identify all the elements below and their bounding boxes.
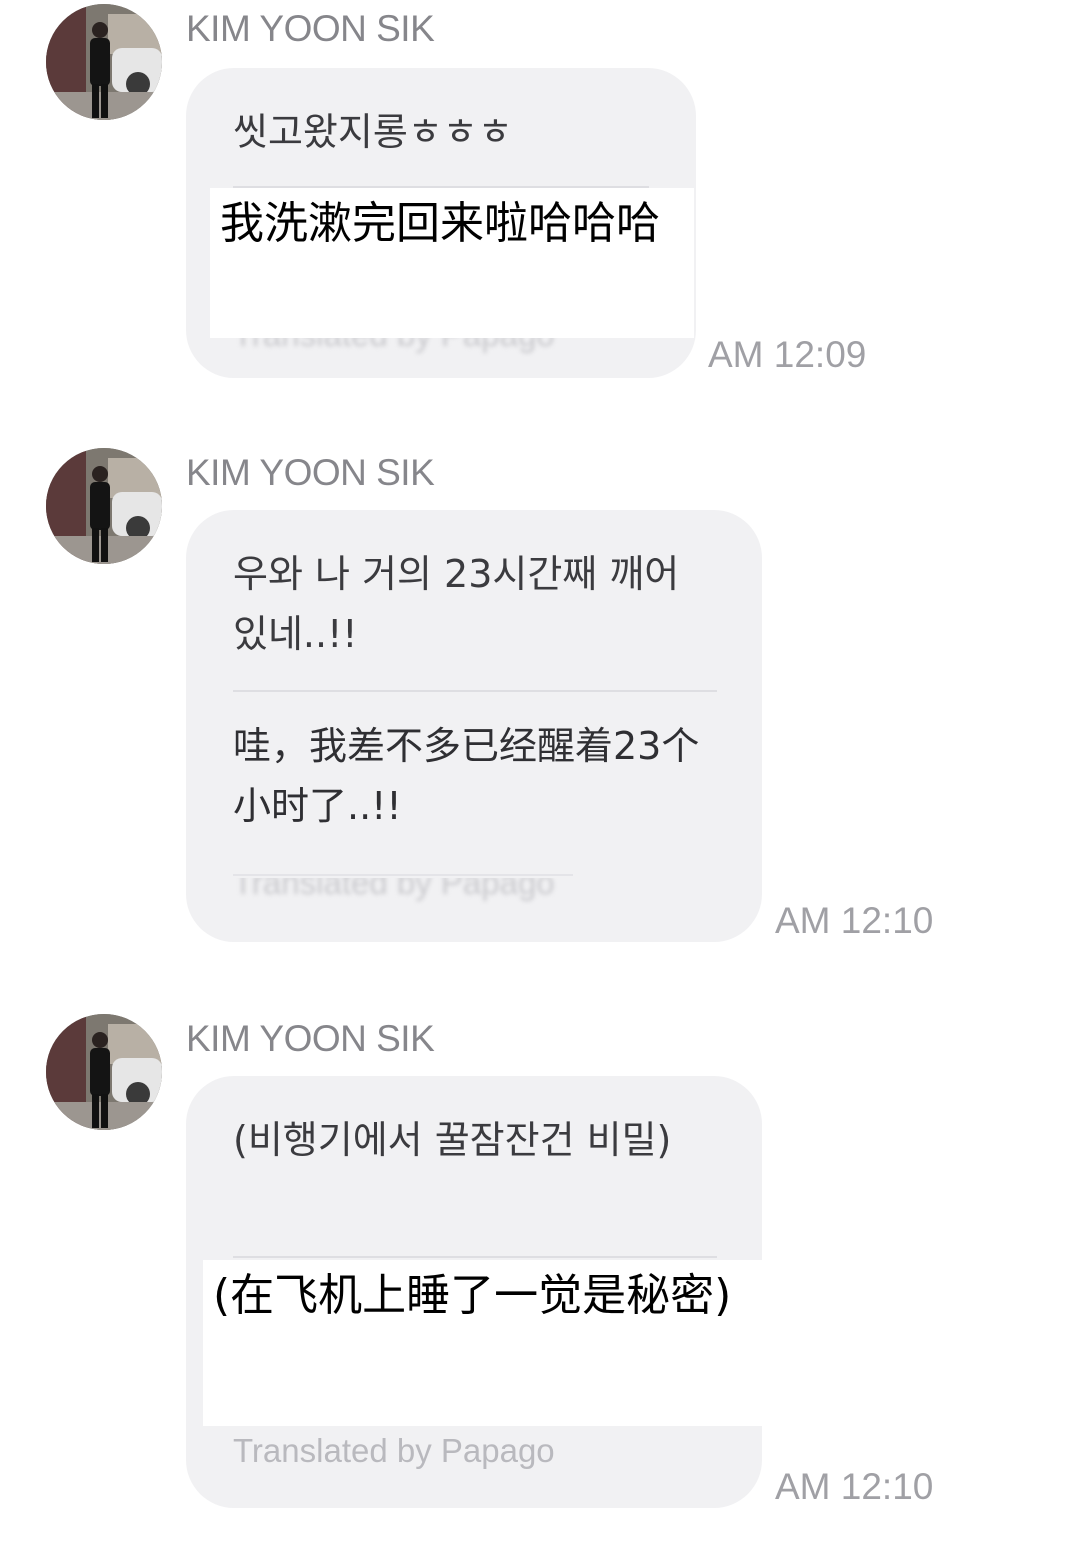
timestamp: AM 12:09 <box>708 334 867 375</box>
sender-name: KIM YOON SIK <box>186 452 435 493</box>
avatar[interactable] <box>46 448 162 564</box>
original-text: (비행기에서 꿀잠잔건 비밀) <box>233 1118 672 1162</box>
divider <box>233 1256 717 1258</box>
profile-photo-icon <box>46 448 162 564</box>
avatar[interactable] <box>46 4 162 120</box>
translated-by-label: Translated by Papago <box>233 878 555 901</box>
chat-message: KIM YOON SIK 씻고왔지롱ㅎㅎㅎ Translated by Papa… <box>0 0 1070 390</box>
original-text: 씻고왔지롱ㅎㅎㅎ <box>233 110 513 154</box>
divider <box>233 690 717 692</box>
original-text: 우와 나 거의 23시간째 깨어있네..!! <box>233 552 680 656</box>
divider <box>233 874 573 876</box>
profile-photo-icon <box>46 4 162 120</box>
message-bubble[interactable]: 우와 나 거의 23시간째 깨어있네..!! 哇，我差不多已经醒着23个小时了.… <box>186 510 762 942</box>
translation-overlay: 我洗漱完回来啦哈哈哈 <box>210 188 694 338</box>
avatar[interactable] <box>46 1014 162 1130</box>
translated-text: 哇，我差不多已经醒着23个小时了..!! <box>233 724 700 828</box>
translated-by-label: Translated by Papago <box>233 1432 555 1469</box>
chat-message: KIM YOON SIK 우와 나 거의 23시간째 깨어있네..!! 哇，我差… <box>0 444 1070 954</box>
sender-name: KIM YOON SIK <box>186 8 435 49</box>
profile-photo-icon <box>46 1014 162 1130</box>
sender-name: KIM YOON SIK <box>186 1018 435 1059</box>
chat-message: KIM YOON SIK (비행기에서 꿀잠잔건 비밀) Translated … <box>0 1010 1070 1520</box>
translation-overlay: (在飞机上睡了一觉是秘密) <box>203 1260 763 1426</box>
timestamp: AM 12:10 <box>775 900 934 941</box>
timestamp: AM 12:10 <box>775 1466 934 1507</box>
